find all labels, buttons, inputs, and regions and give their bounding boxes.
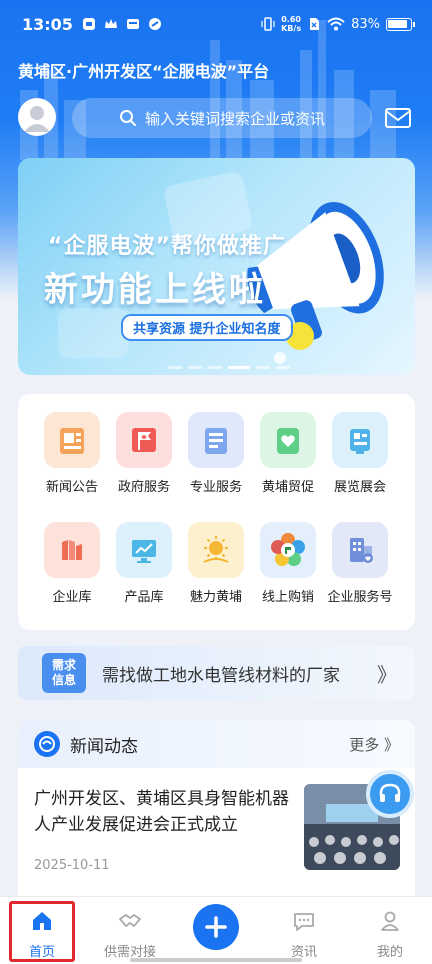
news-section-title: 新闻动态 bbox=[70, 736, 138, 757]
news-item-date: 2025-10-11 bbox=[34, 858, 110, 873]
pagination-dot-active bbox=[228, 366, 250, 369]
tab-mine-label: 我的 bbox=[376, 945, 403, 960]
chevron-right-icon: 》 bbox=[377, 662, 397, 687]
grid-item-label: 线上购销 bbox=[261, 590, 314, 605]
grid-item-label: 展览展会 bbox=[333, 480, 386, 495]
heart-shield-icon bbox=[260, 412, 316, 468]
grid-item-label: 黄埔贸促 bbox=[261, 480, 314, 495]
avatar[interactable] bbox=[18, 98, 56, 136]
vibrate-icon bbox=[261, 17, 275, 31]
news-header: 新闻动态 更多 》 bbox=[18, 720, 415, 768]
news-icon bbox=[44, 412, 100, 468]
user-icon bbox=[381, 911, 399, 931]
demand-info-bar[interactable]: 需求 信息 需找做工地水电管线材料的厂家 》 bbox=[18, 646, 415, 700]
service-grid: 新闻公告 政府服务 专业服务 黄埔贸促 展览展会 企业库 产品库 魅力黄埔 线上… bbox=[18, 394, 415, 630]
banner-pagination bbox=[168, 366, 290, 369]
news-section: 新闻动态 更多 》 广州开发区、黄埔区具身智能机器人产业发展促进会正式成立 20… bbox=[18, 720, 415, 910]
grid-item-label: 魅力黄埔 bbox=[189, 590, 242, 605]
grid-item-charming-huangpu[interactable]: 魅力黄埔 bbox=[180, 522, 252, 605]
grid-item-label: 企业库 bbox=[52, 590, 92, 605]
banner-tag: 共享资源 提升企业知名度 bbox=[121, 314, 293, 341]
demand-badge: 需求 信息 bbox=[42, 653, 86, 693]
pagination-dot bbox=[276, 366, 290, 369]
building-icon bbox=[332, 522, 388, 578]
news-logo-icon bbox=[34, 731, 60, 757]
grid-item-news-announcement[interactable]: 新闻公告 bbox=[36, 412, 108, 495]
grid-item-label: 专业服务 bbox=[189, 480, 242, 495]
plus-icon bbox=[205, 916, 227, 938]
grid-item-product-library[interactable]: 产品库 bbox=[108, 522, 180, 605]
search-icon bbox=[119, 110, 136, 126]
battery-percent: 83% bbox=[351, 16, 380, 32]
tab-supply-demand[interactable]: 供需对接 bbox=[90, 897, 170, 960]
grid-item-label: 产品库 bbox=[124, 590, 164, 605]
user-avatar-icon bbox=[24, 106, 50, 132]
search-placeholder: 输入关键词搜索企业或资讯 bbox=[144, 109, 325, 128]
document-icon bbox=[188, 412, 244, 468]
status-bar: 13:05 0.60 KB/s 83% bbox=[0, 0, 432, 48]
pagination-dot bbox=[256, 366, 270, 369]
grid-item-enterprise-account[interactable]: 企业服务号 bbox=[324, 522, 396, 605]
tab-mine[interactable]: 我的 bbox=[350, 897, 430, 960]
sim-card-icon bbox=[310, 18, 320, 30]
grid-item-enterprise-library[interactable]: 企业库 bbox=[36, 522, 108, 605]
pagination-dot bbox=[208, 366, 222, 369]
demand-text: 需找做工地水电管线材料的厂家 bbox=[102, 665, 340, 686]
grid-item-exhibition[interactable]: 展览展会 bbox=[324, 412, 396, 495]
home-indicator bbox=[130, 958, 302, 962]
exhibition-icon bbox=[332, 412, 388, 468]
status-time: 13:05 bbox=[22, 14, 73, 34]
banner-title: 新功能上线啦 bbox=[44, 270, 266, 310]
grid-item-professional-service[interactable]: 专业服务 bbox=[180, 412, 252, 495]
library-icon bbox=[44, 522, 100, 578]
sun-icon bbox=[188, 522, 244, 578]
pagination-dot bbox=[168, 366, 182, 369]
app-notification-icon bbox=[82, 18, 95, 30]
news-item-title[interactable]: 广州开发区、黄埔区具身智能机器人产业发展促进会正式成立 bbox=[34, 786, 292, 838]
grid-item-label: 政府服务 bbox=[117, 480, 170, 495]
float-assistant-button[interactable] bbox=[366, 770, 414, 818]
tab-home-highlight-frame bbox=[9, 901, 75, 962]
grid-item-government-service[interactable]: 政府服务 bbox=[108, 412, 180, 495]
mail-notification-icon bbox=[126, 19, 139, 29]
banner-headline: “企服电波”帮你做推广 bbox=[48, 234, 286, 259]
grid-item-huangpu-trade[interactable]: 黄埔贸促 bbox=[252, 412, 324, 495]
news-more-link[interactable]: 更多 》 bbox=[349, 734, 399, 755]
tab-info[interactable]: 资讯 bbox=[264, 897, 344, 960]
chat-bubble-icon bbox=[294, 913, 314, 931]
grid-item-label: 企业服务号 bbox=[327, 590, 393, 605]
handshake-icon bbox=[119, 914, 141, 927]
flower-logo-icon bbox=[260, 522, 316, 578]
grid-item-online-trade[interactable]: 线上购销 bbox=[252, 522, 324, 605]
monitor-icon bbox=[116, 522, 172, 578]
platform-title: 黄埔区·广州开发区“企服电波”平台 bbox=[18, 62, 270, 81]
flag-icon bbox=[116, 412, 172, 468]
crown-icon bbox=[104, 19, 117, 28]
network-speed: 0.60 KB/s bbox=[281, 15, 302, 33]
headset-icon bbox=[379, 783, 401, 802]
link-notification-icon bbox=[148, 18, 161, 30]
battery-icon bbox=[386, 17, 415, 31]
mail-icon[interactable] bbox=[384, 106, 412, 130]
promo-banner[interactable]: “企服电波”帮你做推广 新功能上线啦 共享资源 提升企业知名度 bbox=[18, 158, 415, 375]
search-input[interactable]: 输入关键词搜索企业或资讯 bbox=[72, 98, 372, 138]
pagination-dot bbox=[188, 366, 202, 369]
wifi-icon bbox=[327, 17, 345, 31]
publish-plus-button[interactable] bbox=[193, 904, 239, 950]
grid-item-label: 新闻公告 bbox=[45, 480, 98, 495]
